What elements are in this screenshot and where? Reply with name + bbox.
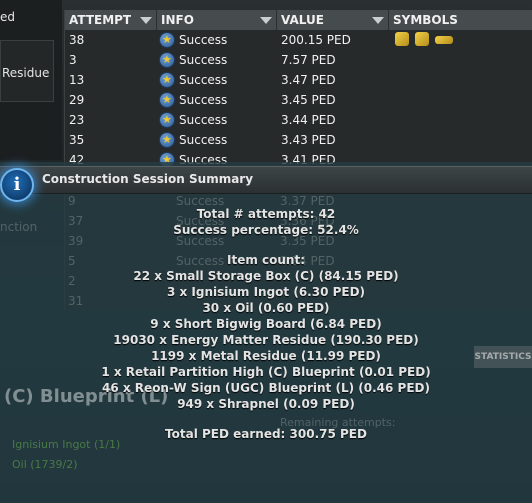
item-line: 46 x Reon-W Sign (UGC) Blueprint (L) (0.… (102, 381, 430, 395)
column-header-info[interactable]: INFO (157, 10, 277, 30)
column-header-attempt[interactable]: ATTEMPT (65, 10, 157, 30)
table-row[interactable]: 38 Success 200.15 PED (65, 30, 532, 50)
attempt-cell: 3 (69, 53, 77, 67)
table-row[interactable]: 29 Success 3.45 PED (65, 90, 532, 110)
selected-item-label: Residue (2, 66, 50, 80)
left-panel: ed Residue (0, 0, 62, 160)
dialog-title: Construction Session Summary (42, 172, 254, 186)
table-row[interactable]: 3 Success 7.57 PED (65, 50, 532, 70)
star-icon (160, 90, 174, 110)
summary-text: Total # attempts: 42 Success percentage:… (0, 206, 532, 442)
column-header-value[interactable]: VALUE (277, 10, 389, 30)
table-row[interactable]: 35 Success 3.43 PED (65, 130, 532, 150)
star-icon (160, 30, 174, 50)
construction-summary-dialog: 9 Success 3.37 PED 37 Success 3.36 PED 3… (0, 162, 532, 503)
item-line: 1199 x Metal Residue (11.99 PED) (151, 349, 381, 363)
left-fragment-text: ed (0, 10, 15, 24)
table-row[interactable]: 23 Success 3.44 PED (65, 110, 532, 130)
sort-arrow-icon (372, 17, 384, 24)
info-cell: Success (157, 50, 277, 70)
item-count-label: Item count: (227, 253, 305, 267)
info-cell: Success (157, 110, 277, 130)
item-line: 949 x Shrapnel (0.09 PED) (177, 397, 355, 411)
faded-ingredient: Oil (1739/2) (12, 458, 78, 471)
sort-arrow-icon (140, 17, 152, 24)
symbols-cell (389, 30, 532, 50)
star-icon (160, 130, 174, 150)
attempt-cell: 35 (69, 133, 85, 147)
value-cell: 3.43 PED (281, 133, 336, 147)
item-line: 19030 x Energy Matter Residue (190.30 PE… (113, 333, 419, 347)
table-row[interactable]: 13 Success 3.47 PED (65, 70, 532, 90)
attempt-cell: 29 (69, 93, 85, 107)
total-ped-earned: Total PED earned: 300.75 PED (165, 427, 367, 441)
sort-arrow-icon (260, 17, 272, 24)
attempt-cell: 23 (69, 113, 85, 127)
info-cell: Success (157, 30, 277, 50)
star-icon (160, 70, 174, 90)
symbol-gun-icon (435, 36, 453, 44)
success-percentage: Success percentage: 52.4% (173, 223, 359, 237)
symbol-document-icon (415, 32, 429, 46)
attempt-cell: 38 (69, 33, 85, 47)
attempt-cell: 13 (69, 73, 85, 87)
value-cell: 7.57 PED (281, 53, 336, 67)
info-cell: Success (157, 130, 277, 150)
column-header-symbols[interactable]: SYMBOLS (389, 10, 532, 30)
symbol-gold-icon (395, 32, 409, 46)
info-icon: i (0, 168, 34, 202)
star-icon (160, 110, 174, 130)
value-cell: 200.15 PED (281, 33, 351, 47)
info-cell: Success (157, 90, 277, 110)
value-cell: 3.45 PED (281, 93, 336, 107)
total-attempts: Total # attempts: 42 (196, 207, 336, 221)
value-cell: 3.47 PED (281, 73, 336, 87)
dialog-header[interactable]: Construction Session Summary (0, 166, 532, 194)
item-line: 1 x Retail Partition High (C) Blueprint … (101, 365, 431, 379)
item-line: 30 x Oil (0.60 PED) (202, 301, 330, 315)
table-header: ATTEMPT INFO VALUE SYMBOLS (65, 10, 532, 30)
item-line: 3 x Ignisium Ingot (6.30 PED) (166, 285, 366, 299)
value-cell: 3.44 PED (281, 113, 336, 127)
info-cell: Success (157, 70, 277, 90)
item-line: 22 x Small Storage Box (C) (84.15 PED) (133, 269, 399, 283)
star-icon (160, 50, 174, 70)
item-line: 9 x Short Bigwig Board (6.84 PED) (150, 317, 382, 331)
